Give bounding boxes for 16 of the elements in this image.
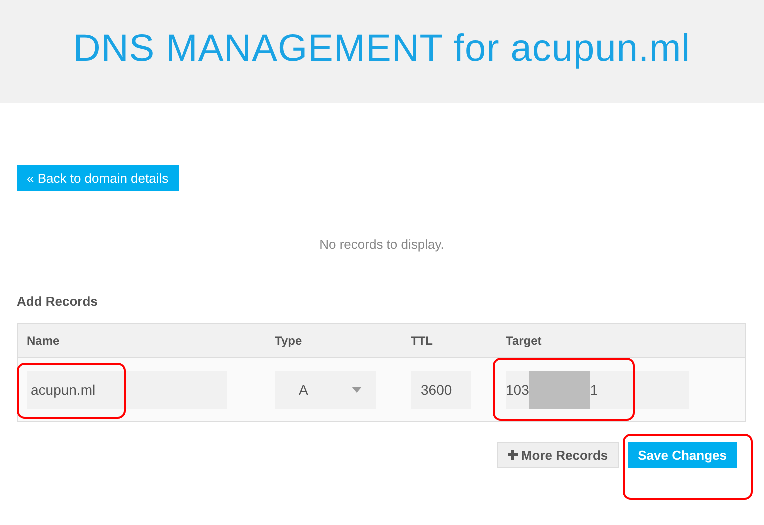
column-header: TTL xyxy=(411,334,434,348)
caret-icon xyxy=(352,386,362,392)
column-header: Type xyxy=(275,334,304,348)
empty-message: No records to display. xyxy=(318,237,446,252)
target-value: 103 xyxy=(506,382,530,398)
target-value: 1 xyxy=(590,382,598,398)
target-input[interactable]: 103 1 xyxy=(506,370,689,408)
ttl-input[interactable]: 3600 xyxy=(411,370,471,408)
column-header: Name xyxy=(27,334,61,348)
column-header: Target xyxy=(506,334,543,348)
more-records-button[interactable]: More Records xyxy=(497,442,620,468)
page-title: DNS MANAGEMENT for acupun.ml xyxy=(73,28,691,71)
plus-icon xyxy=(508,450,518,460)
section-title: Add Records xyxy=(17,294,99,309)
name-input[interactable]: acupun.ml xyxy=(27,370,227,408)
type-select[interactable]: A xyxy=(275,370,376,408)
